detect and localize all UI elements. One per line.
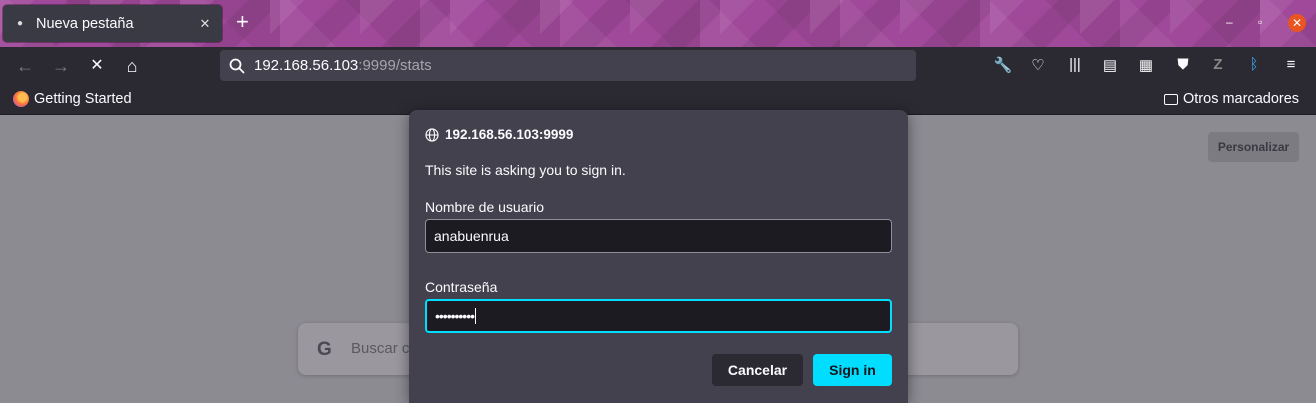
tab-close-icon[interactable]: ✕ (196, 16, 214, 32)
dialog-message: This site is asking you to sign in. (425, 162, 626, 178)
dialog-host: 192.168.56.103:9999 (425, 127, 573, 142)
personalize-button[interactable]: Personalizar (1208, 132, 1299, 162)
bluetooth-icon[interactable]: ᛒ (1243, 56, 1265, 73)
search-icon (229, 58, 245, 74)
maximize-button[interactable]: ▫ (1258, 15, 1262, 29)
username-label: Nombre de usuario (425, 199, 545, 215)
zotero-icon[interactable]: Z (1207, 56, 1229, 73)
shield-icon[interactable]: ⛊ (1172, 56, 1194, 73)
extensions-icon[interactable]: ▦ (1135, 56, 1157, 74)
globe-icon (425, 127, 439, 142)
sidebar-icon[interactable]: ▤ (1099, 56, 1121, 74)
tab-title: Nueva pestaña (36, 15, 134, 32)
back-button[interactable]: ← (14, 56, 36, 76)
url-text: 192.168.56.103:9999/stats (254, 57, 432, 74)
bookmark-label: Getting Started (34, 91, 132, 107)
search-placeholder: Buscar c (351, 340, 410, 357)
bookmark-label: Otros marcadores (1183, 91, 1300, 107)
navigation-toolbar: ← → ✕ ⌂ 192.168.56.103:9999/stats 🔧 ♡ ||… (0, 47, 1316, 85)
dialog-host-text: 192.168.56.103:9999 (445, 127, 574, 142)
text-caret (475, 308, 477, 324)
folder-icon (1164, 93, 1178, 105)
tab-nueva-pestana[interactable]: ● Nueva pestaña ✕ (3, 5, 222, 42)
window-close-button[interactable]: ✕ (1288, 14, 1306, 32)
auth-dialog: 192.168.56.103:9999 This site is asking … (409, 110, 908, 403)
forward-button[interactable]: → (50, 56, 72, 76)
url-host: 192.168.56.103 (254, 57, 359, 74)
cancel-button[interactable]: Cancelar (712, 354, 803, 386)
firefox-mask-icon: ● (16, 18, 24, 29)
google-icon: G (317, 339, 332, 360)
minimize-button[interactable]: – (1226, 15, 1233, 29)
bookmark-otros-marcadores[interactable]: Otros marcadores (1164, 91, 1299, 107)
pocket-icon[interactable]: ♡ (1027, 56, 1049, 74)
stop-button[interactable]: ✕ (86, 56, 108, 76)
wrench-icon[interactable]: 🔧 (992, 56, 1014, 74)
home-button[interactable]: ⌂ (121, 56, 143, 76)
new-tab-button[interactable]: + (236, 11, 249, 33)
menu-icon[interactable]: ≡ (1280, 56, 1302, 73)
firefox-icon (13, 91, 29, 107)
url-bar[interactable]: 192.168.56.103:9999/stats (220, 50, 916, 81)
username-value: anabuenrua (434, 228, 509, 244)
sign-in-button[interactable]: Sign in (813, 354, 892, 386)
password-label: Contraseña (425, 279, 498, 295)
username-field[interactable]: anabuenrua (425, 219, 892, 253)
library-icon[interactable]: ||| (1064, 56, 1086, 73)
password-field[interactable]: •••••••••• (425, 299, 892, 333)
url-path: :9999/stats (358, 57, 432, 74)
bookmark-getting-started[interactable]: Getting Started (13, 91, 132, 107)
tab-strip: ● Nueva pestaña ✕ + – ▫ ✕ (0, 0, 1316, 47)
password-value: •••••••••• (435, 308, 475, 324)
